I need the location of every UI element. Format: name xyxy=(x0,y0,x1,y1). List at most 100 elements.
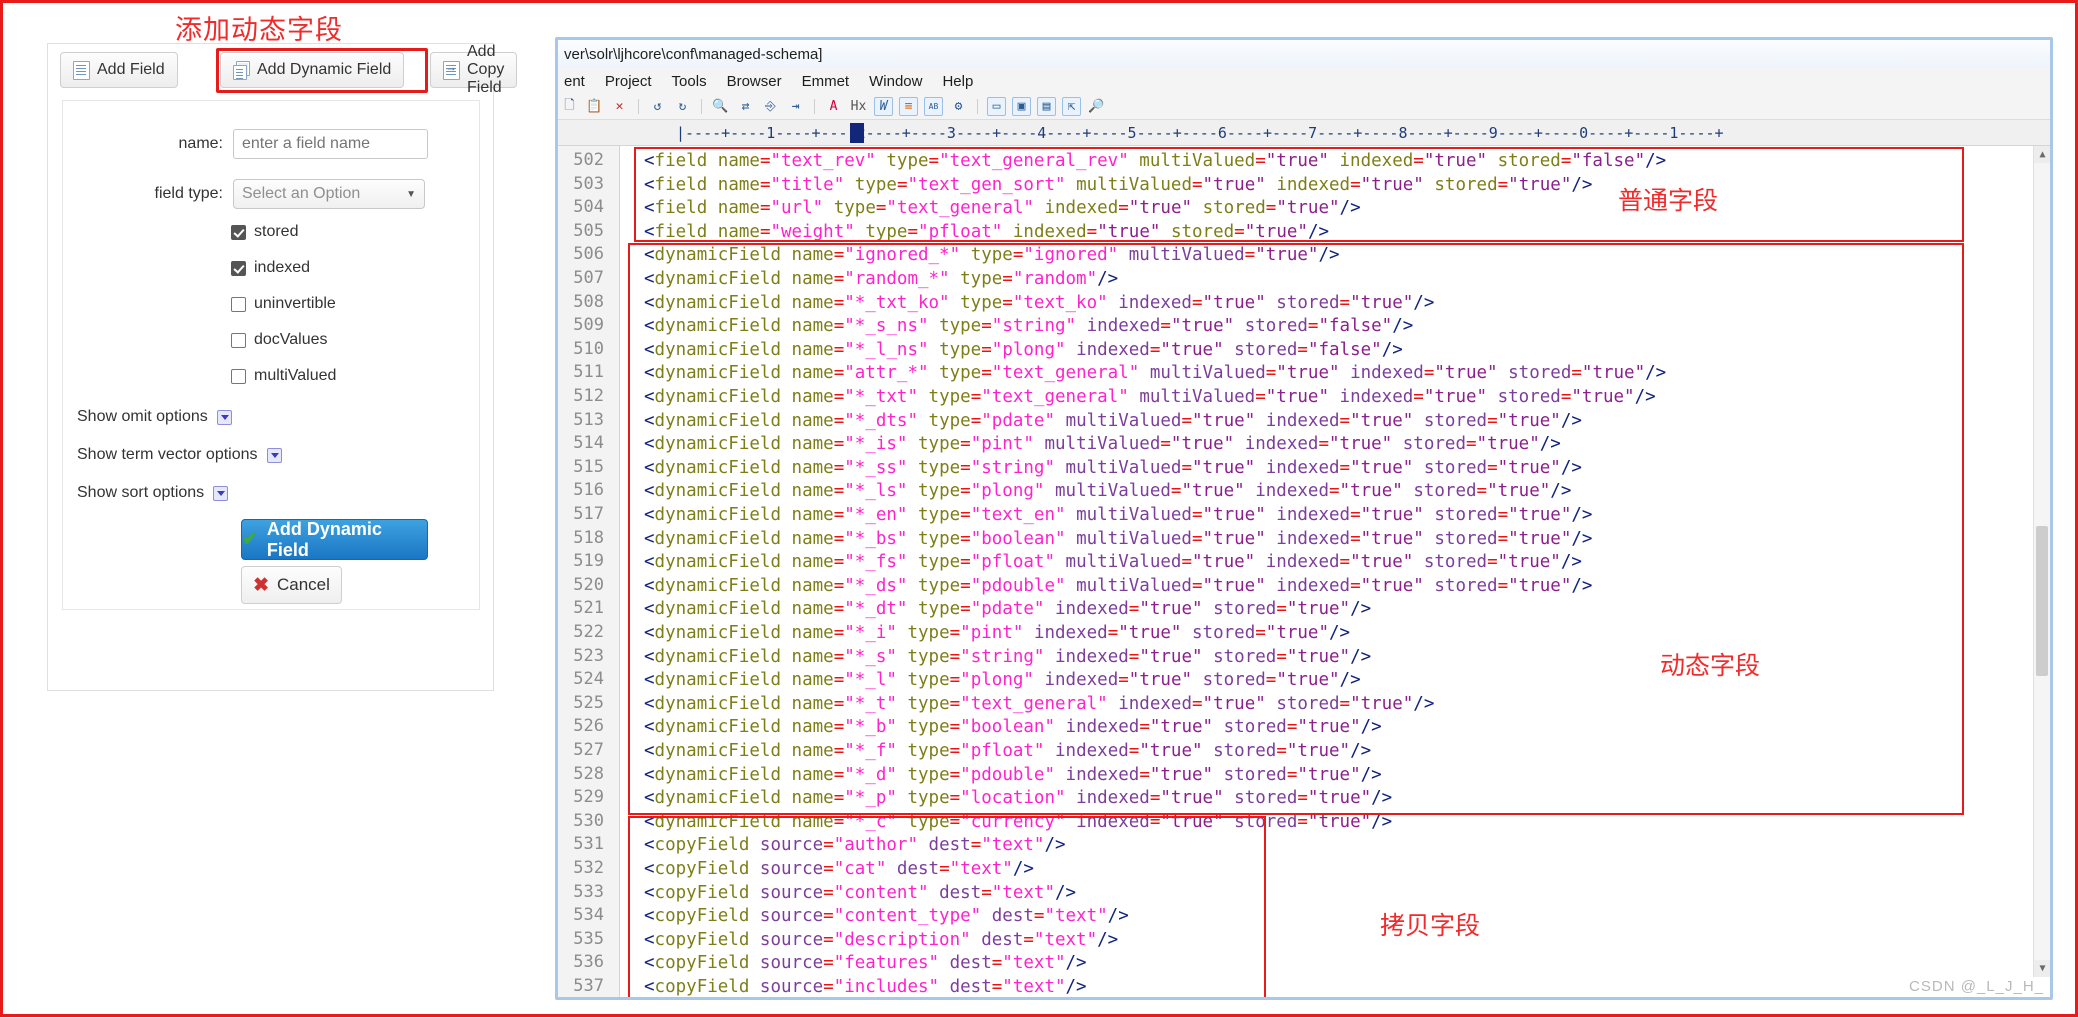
code-line[interactable]: <dynamicField name="*_i" type="pint" ind… xyxy=(644,622,1350,646)
font-icon[interactable]: A xyxy=(824,97,843,116)
name-input[interactable] xyxy=(233,129,428,159)
new-file-icon[interactable]: 🗋 xyxy=(560,97,579,116)
scrollbar-thumb[interactable] xyxy=(2036,526,2048,676)
code-line[interactable]: <field name="title" type="text_gen_sort"… xyxy=(644,174,1592,198)
code-line[interactable]: <dynamicField name="*_s" type="string" i… xyxy=(644,646,1371,670)
code-line[interactable]: <dynamicField name="*_ls" type="plong" m… xyxy=(644,480,1571,504)
chevron-down-icon[interactable] xyxy=(213,485,229,501)
show-term-vector-options[interactable]: Show term vector options xyxy=(77,446,282,464)
preview-icon[interactable]: ▤ xyxy=(1037,97,1056,116)
delete-icon[interactable]: ✕ xyxy=(610,97,629,116)
code-line[interactable]: <dynamicField name="*_ss" type="string" … xyxy=(644,457,1582,481)
code-line[interactable]: <dynamicField name="attr_*" type="text_g… xyxy=(644,362,1666,386)
code-line[interactable]: <dynamicField name="*_bs" type="boolean"… xyxy=(644,528,1592,552)
code-editor-area[interactable]: 502 <field name="text_rev" type="text_gen… xyxy=(558,146,2050,997)
tab-add-copy-field-label: Add Copy Field xyxy=(467,43,505,96)
copy-icon[interactable]: 📋 xyxy=(585,97,604,116)
code-line[interactable]: <dynamicField name="*_f" type="pfloat" i… xyxy=(644,740,1371,764)
code-line[interactable]: <dynamicField name="*_l" type="plong" in… xyxy=(644,669,1361,693)
code-line[interactable]: <copyField source="content_type" dest="t… xyxy=(644,905,1129,929)
code-line[interactable]: <dynamicField name="*_p" type="location"… xyxy=(644,787,1392,811)
checkbox-uninvertible[interactable]: uninvertible xyxy=(231,295,336,313)
code-line[interactable]: <dynamicField name="*_t" type="text_gene… xyxy=(644,693,1434,717)
scroll-down-button[interactable]: ▼ xyxy=(2034,960,2050,977)
show-sort-options[interactable]: Show sort options xyxy=(77,484,229,502)
line-number: 531 xyxy=(573,834,604,855)
code-line[interactable]: <copyField source="content" dest="text"/… xyxy=(644,882,1076,906)
code-line[interactable]: <dynamicField name="*_is" type="pint" mu… xyxy=(644,433,1561,457)
replace-icon[interactable]: ⇄ xyxy=(736,97,755,116)
code-line[interactable]: <dynamicField name="*_dts" type="pdate" … xyxy=(644,410,1582,434)
checkbox-multivalued[interactable]: multiValued xyxy=(231,367,336,385)
scroll-up-button[interactable]: ▲ xyxy=(2034,146,2050,163)
code-line[interactable]: <field name="text_rev" type="text_genera… xyxy=(644,150,1666,174)
undo-icon[interactable]: ↺ xyxy=(648,97,667,116)
checkbox-uninvertible-box[interactable] xyxy=(231,296,246,312)
toolbar-separator xyxy=(701,99,702,114)
menu-item-project[interactable]: Project xyxy=(605,73,652,90)
code-line[interactable]: <dynamicField name="*_s_ns" type="string… xyxy=(644,315,1413,339)
chevron-down-icon[interactable] xyxy=(266,447,282,463)
code-line[interactable]: <dynamicField name="*_txt_ko" type="text… xyxy=(644,292,1434,316)
line-numbers-icon[interactable]: ≡ xyxy=(899,97,918,116)
checkbox-multivalued-box[interactable] xyxy=(231,368,246,384)
checkbox-indexed-box[interactable] xyxy=(231,260,246,276)
code-line[interactable]: <field name="url" type="text_general" in… xyxy=(644,197,1361,221)
code-line[interactable]: <field name="weight" type="pfloat" index… xyxy=(644,221,1329,245)
show-omit-options[interactable]: Show omit options xyxy=(77,408,232,426)
tab-add-copy-field[interactable]: Add Copy Field xyxy=(430,43,518,96)
checkbox-stored-box[interactable] xyxy=(231,224,246,240)
vertical-scrollbar[interactable]: ▲ ▼ xyxy=(2033,146,2050,977)
cancel-button[interactable]: ✖ Cancel xyxy=(241,566,342,604)
menu-item-emmet[interactable]: Emmet xyxy=(802,73,850,90)
code-line[interactable]: <dynamicField name="*_fs" type="pfloat" … xyxy=(644,551,1582,575)
layout-single-icon[interactable]: ▭ xyxy=(987,97,1006,116)
line-number: 521 xyxy=(573,598,604,619)
menu-item-tools[interactable]: Tools xyxy=(672,73,707,90)
redo-icon[interactable]: ↻ xyxy=(673,97,692,116)
zoom-icon[interactable]: 🔎 xyxy=(1087,97,1106,116)
tab-add-field[interactable]: Add Field xyxy=(60,52,178,88)
code-line[interactable]: <dynamicField name="*_ds" type="pdouble"… xyxy=(644,575,1592,599)
layout-split-icon[interactable]: ▣ xyxy=(1012,97,1031,116)
checkbox-docvalues[interactable]: docValues xyxy=(231,331,328,349)
word-wrap-icon[interactable]: W xyxy=(874,97,893,116)
code-lines[interactable]: 502 <field name="text_rev" type="text_gen… xyxy=(573,146,2050,997)
checkbox-indexed[interactable]: indexed xyxy=(231,259,310,277)
menu-item-ent[interactable]: ent xyxy=(564,73,585,90)
code-line[interactable]: <dynamicField name="*_l_ns" type="plong"… xyxy=(644,339,1403,363)
code-line[interactable]: <copyField source="features" dest="text"… xyxy=(644,952,1087,976)
chevron-down-icon[interactable] xyxy=(216,409,232,425)
line-number: 502 xyxy=(573,150,604,170)
editor-title-text: ver\solr\ljhcore\conf\managed-schema] xyxy=(564,45,823,63)
code-line[interactable]: <copyField source="description" dest="te… xyxy=(644,929,1118,953)
code-line[interactable]: <dynamicField name="*_txt" type="text_ge… xyxy=(644,386,1656,410)
code-line[interactable]: <dynamicField name="random_*" type="rand… xyxy=(644,268,1118,292)
indent-icon[interactable]: ⇥ xyxy=(786,97,805,116)
add-dynamic-field-button[interactable]: ✔ Add Dynamic Field xyxy=(241,519,428,560)
menu-item-window[interactable]: Window xyxy=(869,73,922,90)
goto-icon[interactable]: ⎆ xyxy=(761,97,780,116)
search-icon[interactable]: 🔍 xyxy=(711,97,730,116)
code-line[interactable]: <dynamicField name="*_b" type="boolean" … xyxy=(644,716,1382,740)
line-number: 525 xyxy=(573,692,604,713)
code-line[interactable]: <copyField source="author" dest="text"/> xyxy=(644,834,1066,858)
field-type-select[interactable]: Select an Option ▼ xyxy=(233,179,425,209)
code-line[interactable]: <copyField source="cat" dest="text"/> xyxy=(644,858,1034,882)
code-line[interactable]: <dynamicField name="*_dt" type="pdate" i… xyxy=(644,598,1371,622)
menu-item-browser[interactable]: Browser xyxy=(727,73,782,90)
code-line[interactable]: <dynamicField name="*_d" type="pdouble" … xyxy=(644,764,1382,788)
checkbox-stored[interactable]: stored xyxy=(231,223,298,241)
gear-icon[interactable]: ⚙ xyxy=(949,97,968,116)
checkbox-docvalues-box[interactable] xyxy=(231,332,246,348)
tab-add-dynamic-field[interactable]: Add Dynamic Field xyxy=(220,52,405,88)
bookmark-column[interactable] xyxy=(620,146,634,997)
export-icon[interactable]: ⇱ xyxy=(1062,97,1081,116)
code-line[interactable]: <dynamicField name="*_c" type="currency"… xyxy=(644,811,1392,835)
case-icon[interactable]: AB xyxy=(924,97,943,116)
code-line[interactable]: <copyField source="includes" dest="text"… xyxy=(644,976,1087,997)
code-line[interactable]: <dynamicField name="ignored_*" type="ign… xyxy=(644,244,1340,268)
code-line[interactable]: <dynamicField name="*_en" type="text_en"… xyxy=(644,504,1592,528)
hex-icon[interactable]: Hx xyxy=(849,97,868,116)
menu-item-help[interactable]: Help xyxy=(942,73,973,90)
